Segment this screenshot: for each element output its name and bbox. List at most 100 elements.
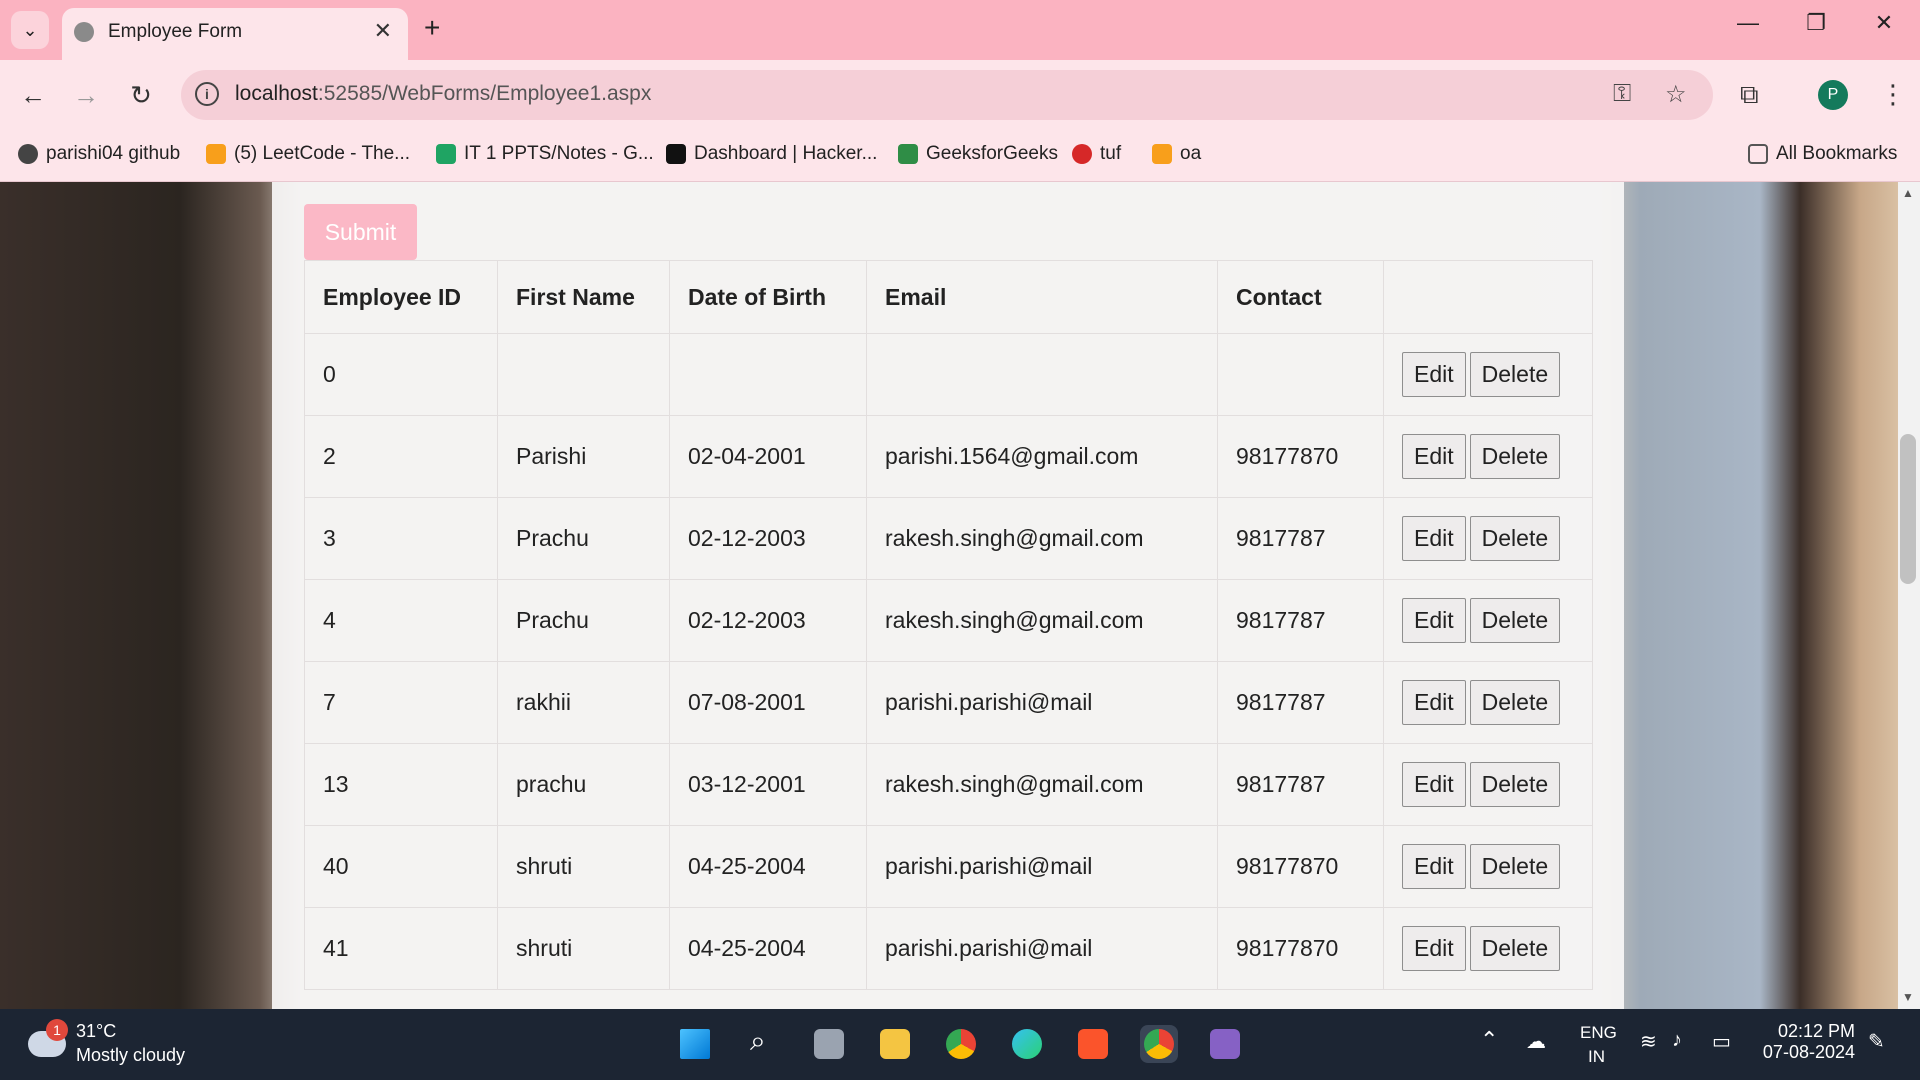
scroll-up-icon[interactable]: ▲ — [1902, 186, 1914, 200]
forward-icon[interactable]: → — [68, 80, 104, 111]
bookmark-star-icon[interactable]: ☆ — [1665, 80, 1687, 109]
profile-avatar[interactable]: P — [1818, 80, 1848, 110]
scrollbar-thumb[interactable] — [1900, 434, 1916, 584]
clock[interactable]: 02:12 PM 07-08-2024 — [1755, 1021, 1855, 1063]
new-tab-button[interactable]: + — [424, 12, 440, 44]
search-button[interactable]: ⌕ — [744, 1025, 782, 1063]
chrome-button[interactable] — [942, 1025, 980, 1063]
gfg-icon — [898, 144, 918, 164]
notifications-icon[interactable]: ✎ — [1868, 1029, 1885, 1054]
cell-contact: 98177870 — [1217, 825, 1384, 908]
edit-button[interactable]: Edit — [1402, 352, 1466, 397]
minimize-icon[interactable]: — — [1728, 10, 1768, 36]
cell-first-name: Prachu — [497, 497, 670, 580]
all-bookmarks[interactable]: All Bookmarks — [1748, 143, 1897, 165]
bookmark-item[interactable]: GeeksforGeeks — [898, 143, 1058, 165]
edge-button[interactable] — [1008, 1025, 1046, 1063]
cell-contact: 98177870 — [1217, 415, 1384, 498]
header-actions — [1383, 260, 1593, 334]
chevron-up-icon[interactable]: ⌃ — [1480, 1027, 1498, 1053]
brave-button[interactable] — [1074, 1025, 1112, 1063]
cell-email: parishi.parishi@mail — [866, 907, 1218, 990]
menu-kebab-icon[interactable]: ⋮ — [1880, 79, 1906, 110]
clock-date: 07-08-2024 — [1762, 1042, 1855, 1062]
cell-actions: Edit Delete — [1383, 661, 1593, 744]
site-info-icon[interactable]: i — [195, 82, 219, 106]
brave-icon — [1078, 1029, 1108, 1059]
chevron-down-icon: ⌄ — [22, 19, 38, 40]
bookmarks-bar: parishi04 github (5) LeetCode - The... I… — [0, 131, 1920, 182]
edit-button[interactable]: Edit — [1402, 926, 1466, 971]
visual-studio-button[interactable] — [1206, 1025, 1244, 1063]
close-tab-icon[interactable]: ✕ — [374, 18, 392, 44]
password-key-icon[interactable]: ⚿ — [1613, 80, 1631, 108]
clock-time: 02:12 PM — [1777, 1021, 1855, 1041]
onedrive-cloud-icon[interactable]: ☁ — [1526, 1029, 1546, 1054]
table-header-row: Employee ID First Name Date of Birth Ema… — [304, 260, 1593, 334]
submit-button[interactable]: Submit — [304, 204, 417, 260]
browser-tab[interactable]: Employee Form ✕ — [62, 8, 408, 60]
search-icon: ⌕ — [750, 1025, 766, 1056]
edit-button[interactable]: Edit — [1402, 434, 1466, 479]
table-row: 7 rakhii 07-08-2001 parishi.parishi@mail 981… — [304, 661, 1593, 744]
wifi-icon[interactable]: ≋ — [1640, 1029, 1657, 1054]
cell-date-of-birth: 02-12-2003 — [669, 579, 867, 662]
cell-employee-id: 7 — [304, 661, 498, 744]
delete-button[interactable]: Delete — [1469, 680, 1561, 725]
scroll-down-icon[interactable]: ▼ — [1902, 990, 1914, 1004]
chrome-profile-button[interactable] — [1140, 1025, 1178, 1063]
cell-date-of-birth: 07-08-2001 — [669, 661, 867, 744]
delete-button[interactable]: Delete — [1469, 516, 1561, 561]
bookmark-item[interactable]: tuf — [1072, 143, 1121, 165]
bookmark-item[interactable]: IT 1 PPTS/Notes - G... — [436, 143, 654, 165]
leetcode-icon — [1152, 144, 1172, 164]
language-top[interactable]: ENG — [1580, 1023, 1617, 1043]
delete-button[interactable]: Delete — [1469, 598, 1561, 643]
edit-button[interactable]: Edit — [1402, 680, 1466, 725]
delete-button[interactable]: Delete — [1469, 434, 1561, 479]
delete-button[interactable]: Delete — [1469, 762, 1561, 807]
edit-button[interactable]: Edit — [1402, 762, 1466, 807]
cell-employee-id: 3 — [304, 497, 498, 580]
start-button[interactable] — [676, 1025, 714, 1063]
page-scrollbar[interactable] — [1898, 182, 1920, 1009]
tab-search-button[interactable]: ⌄ — [11, 11, 49, 49]
header-first-name: First Name — [497, 260, 670, 334]
url-text[interactable]: localhost:52585/WebForms/Employee1.aspx — [235, 82, 651, 106]
weather-temperature[interactable]: 31°C — [76, 1021, 116, 1042]
extensions-icon[interactable]: ⧉ — [1740, 79, 1759, 111]
delete-button[interactable]: Delete — [1469, 352, 1561, 397]
employee-table: Employee ID First Name Date of Birth Ema… — [304, 260, 1593, 990]
cell-date-of-birth: 02-04-2001 — [669, 415, 867, 498]
edit-button[interactable]: Edit — [1402, 844, 1466, 889]
battery-icon[interactable]: ▭ — [1712, 1029, 1731, 1054]
cell-email: rakesh.singh@gmail.com — [866, 743, 1218, 826]
close-window-icon[interactable]: ✕ — [1864, 10, 1904, 36]
volume-icon[interactable]: ♪ — [1672, 1029, 1682, 1052]
cell-employee-id: 40 — [304, 825, 498, 908]
bookmark-item[interactable]: Dashboard | Hacker... — [666, 143, 877, 165]
file-explorer-button[interactable] — [876, 1025, 914, 1063]
chrome-icon — [946, 1029, 976, 1059]
back-icon[interactable]: ← — [15, 80, 51, 111]
cell-email: rakesh.singh@gmail.com — [866, 579, 1218, 662]
cell-first-name: shruti — [497, 907, 670, 990]
edit-button[interactable]: Edit — [1402, 516, 1466, 561]
table-row: 41 shruti 04-25-2004 parishi.parishi@mail 98… — [304, 907, 1593, 990]
tab-strip: ⌄ Employee Form ✕ + — ❐ ✕ — [0, 0, 1920, 60]
bookmark-item[interactable]: (5) LeetCode - The... — [206, 143, 410, 165]
tab-title: Employee Form — [108, 21, 243, 42]
address-bar[interactable]: i localhost:52585/WebForms/Employee1.asp… — [181, 70, 1713, 120]
cell-contact: 9817787 — [1217, 661, 1384, 744]
weather-condition[interactable]: Mostly cloudy — [76, 1045, 185, 1066]
task-view-button[interactable] — [810, 1025, 848, 1063]
cell-actions: Edit Delete — [1383, 333, 1593, 416]
restore-icon[interactable]: ❐ — [1796, 10, 1836, 36]
bookmark-item[interactable]: oa — [1152, 143, 1201, 165]
reload-icon[interactable]: ↻ — [123, 80, 159, 111]
bookmark-item[interactable]: parishi04 github — [18, 143, 180, 165]
language-bottom[interactable]: IN — [1588, 1047, 1605, 1067]
delete-button[interactable]: Delete — [1469, 844, 1561, 889]
delete-button[interactable]: Delete — [1469, 926, 1561, 971]
edit-button[interactable]: Edit — [1402, 598, 1466, 643]
